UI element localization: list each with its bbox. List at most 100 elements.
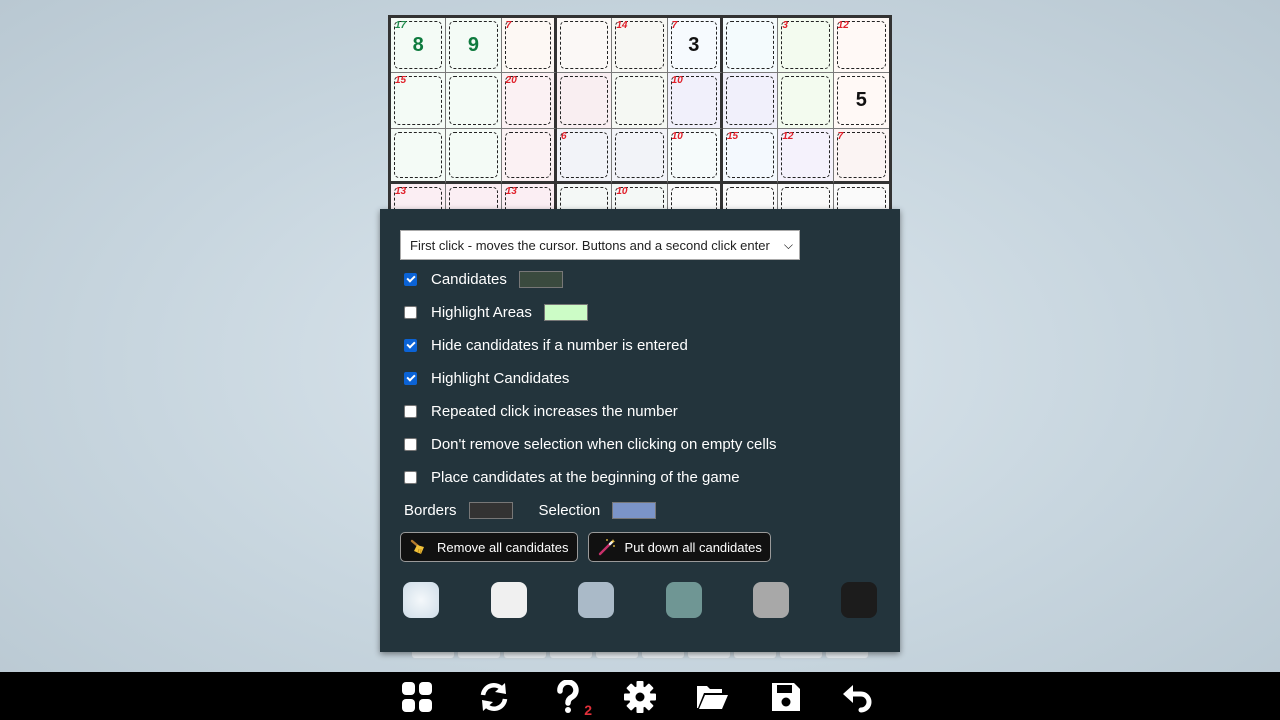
board-cell[interactable]	[446, 73, 502, 129]
cage-outline	[836, 131, 886, 178]
number-key-edge	[825, 652, 869, 659]
cage-sum: 7	[505, 20, 512, 31]
board-cell[interactable]: 10	[667, 73, 723, 129]
help-button[interactable]: 2	[550, 680, 592, 718]
cell-value: 8	[412, 33, 424, 56]
restart-button[interactable]	[476, 680, 512, 714]
board-cell[interactable]: 15	[722, 128, 779, 184]
open-button[interactable]	[694, 680, 730, 714]
board-cell[interactable]	[612, 128, 668, 184]
board-cell[interactable]: 10	[667, 128, 723, 184]
option-repeated-click[interactable]: Repeated click increases the number	[400, 395, 880, 428]
highlight-areas-checkbox[interactable]	[404, 306, 417, 319]
option-highlight-areas[interactable]: Highlight Areas	[400, 296, 880, 329]
theme-option-black[interactable]	[840, 582, 877, 618]
theme-option-white[interactable]	[490, 582, 527, 618]
keep-selection-checkbox[interactable]	[404, 438, 417, 451]
place-candidates-checkbox[interactable]	[404, 471, 417, 484]
board-cell[interactable]: 73	[667, 18, 723, 74]
menu-grid-button[interactable]	[399, 680, 435, 714]
board-cell[interactable]	[556, 18, 613, 74]
hide-candidates-checkbox[interactable]	[404, 339, 417, 352]
selection-label: Selection	[538, 502, 601, 519]
input-mode-select[interactable]: First click - moves the cursor. Buttons …	[400, 230, 800, 260]
cage-sum: 7	[671, 20, 678, 31]
cage-outline	[615, 131, 664, 178]
color-settings-row: Borders Selection	[404, 494, 880, 527]
selection-color-swatch[interactable]	[612, 502, 657, 519]
board-cell[interactable]	[501, 128, 557, 184]
cell-value: 3	[688, 33, 700, 56]
cage-outline	[559, 21, 609, 70]
board-cell[interactable]: 7	[501, 18, 557, 74]
cage-outline	[725, 21, 775, 70]
cage-sum: 17	[395, 20, 407, 31]
board-cell[interactable]: 7	[833, 128, 889, 184]
cage-outline	[394, 131, 443, 178]
board-cell[interactable]: 14	[612, 18, 668, 74]
option-highlight-candidates[interactable]: Highlight Candidates	[400, 362, 880, 395]
candidates-color-swatch[interactable]	[518, 271, 563, 288]
theme-option-gray[interactable]	[753, 582, 790, 618]
folder-open-icon	[697, 686, 728, 709]
board-cell[interactable]: 12	[778, 128, 834, 184]
bottom-toolbar: 2	[0, 672, 1280, 720]
number-key-edge	[641, 652, 685, 659]
board-cell[interactable]	[722, 18, 779, 74]
cage-outline	[559, 76, 609, 125]
board-cell[interactable]	[778, 73, 834, 129]
put-down-all-candidates-button[interactable]: Put down all candidates	[587, 532, 771, 562]
cage-sum: 10	[616, 185, 628, 197]
theme-option-teal[interactable]	[665, 582, 702, 618]
borders-color-swatch[interactable]	[468, 502, 513, 519]
remove-all-candidates-label: Remove all candidates	[437, 539, 569, 555]
candidates-checkbox[interactable]	[404, 273, 417, 286]
board-cell[interactable]	[391, 128, 447, 184]
board-cell[interactable]: 20	[501, 73, 557, 129]
option-candidates[interactable]: Candidates	[400, 263, 880, 296]
save-button[interactable]	[768, 680, 804, 714]
cage-sum: 3	[782, 20, 788, 31]
board-cell[interactable]: 17 8	[391, 18, 447, 74]
board-cell[interactable]	[722, 73, 779, 129]
number-key-edge	[687, 652, 731, 659]
theme-option-light-blue[interactable]	[403, 582, 439, 618]
board-cell[interactable]	[556, 73, 613, 129]
board-cell[interactable]: 6	[556, 128, 613, 184]
cage-outline	[781, 76, 830, 125]
put-down-all-candidates-label: Put down all candidates	[624, 539, 762, 555]
broom-icon	[410, 539, 424, 554]
option-label: Highlight Candidates	[431, 370, 570, 387]
option-keep-selection[interactable]: Don't remove selection when clicking on …	[400, 428, 880, 461]
option-place-candidates[interactable]: Place candidates at the beginning of the…	[400, 461, 880, 494]
borders-label: Borders	[404, 502, 457, 519]
board-cell[interactable]	[612, 73, 668, 129]
cage-sum: 13	[505, 185, 517, 197]
theme-option-slate[interactable]	[578, 582, 615, 618]
number-key-edge	[411, 652, 455, 659]
cage-outline	[559, 131, 609, 178]
option-label: Candidates	[431, 271, 507, 288]
cell-value: 5	[855, 88, 867, 111]
board-cell[interactable]: 3	[778, 18, 834, 74]
highlight-candidates-checkbox[interactable]	[404, 372, 417, 385]
undo-button[interactable]	[840, 680, 876, 714]
board-cell[interactable]: 12	[833, 18, 889, 74]
board-cell[interactable]: 15	[391, 73, 447, 129]
number-key-edge	[503, 652, 547, 659]
highlight-areas-color-swatch[interactable]	[543, 304, 588, 321]
remove-all-candidates-button[interactable]: Remove all candidates	[400, 532, 578, 562]
undo-icon	[843, 685, 872, 713]
repeated-click-checkbox[interactable]	[404, 405, 417, 418]
board-cell[interactable]	[446, 128, 502, 184]
board-cell[interactable]: 5	[833, 73, 889, 129]
board-cell[interactable]: 9	[446, 18, 502, 74]
option-label: Hide candidates if a number is entered	[431, 337, 688, 354]
settings-button[interactable]	[622, 680, 658, 714]
cage-sum: 10	[671, 130, 683, 142]
option-hide-candidates[interactable]: Hide candidates if a number is entered	[400, 329, 880, 362]
question-icon	[557, 680, 579, 713]
cage-sum: 20	[505, 75, 517, 87]
floppy-disk-icon	[772, 683, 800, 711]
cage-sum: 15	[395, 75, 407, 87]
